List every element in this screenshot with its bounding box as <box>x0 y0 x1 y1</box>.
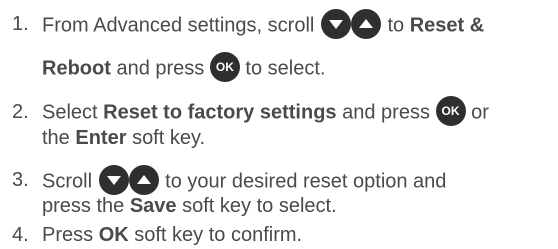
step-2-bold-enter: Enter <box>75 127 127 149</box>
step-1-bold-reboot: Reboot <box>42 57 111 80</box>
ok-key-icon: OK <box>435 96 466 126</box>
instruction-steps: 1. From Advanced settings, scroll to Res… <box>0 0 558 249</box>
scroll-down-icon <box>320 9 351 39</box>
scroll-up-icon <box>350 9 381 39</box>
step-3-text-press: press the <box>42 195 125 217</box>
scroll-up-icon <box>128 165 159 195</box>
step-4-text-press: Press <box>42 224 94 246</box>
step-1-text: From Advanced settings, scroll <box>42 14 315 37</box>
step-2-text-softkey: soft key. <box>132 127 206 149</box>
step-3-bold-save: Save <box>129 195 177 217</box>
step-2-text-select: Select <box>42 101 98 124</box>
step-1-text-to: to <box>387 14 405 37</box>
step-4-text-confirm: soft key to confirm. <box>134 224 303 246</box>
step-2-bold-reset: Reset to factory settings <box>103 101 337 124</box>
step-1-bold-reset: Reset & <box>409 14 485 37</box>
step-2-text-or: or <box>471 101 489 124</box>
step-2-text-press: and press <box>342 101 430 124</box>
step-3-text-scroll: Scroll <box>42 170 93 193</box>
step-1-text-select: to select. <box>245 57 326 80</box>
step-3-text-desired: to your desired reset option and <box>165 170 447 193</box>
step-1-number: 1. <box>12 13 29 35</box>
step-3-number: 3. <box>12 169 29 191</box>
step-2-text-the: the <box>42 127 70 149</box>
step-1-text-press: and press <box>116 57 205 80</box>
step-3-text-softkey: soft key to select. <box>182 195 337 217</box>
step-4-number: 4. <box>12 224 29 246</box>
scroll-keys-icon <box>320 9 381 39</box>
ok-key-icon: OK <box>209 52 240 82</box>
scroll-down-icon <box>98 165 129 195</box>
step-2-number: 2. <box>12 101 29 123</box>
step-4-bold-ok: OK <box>98 224 129 246</box>
